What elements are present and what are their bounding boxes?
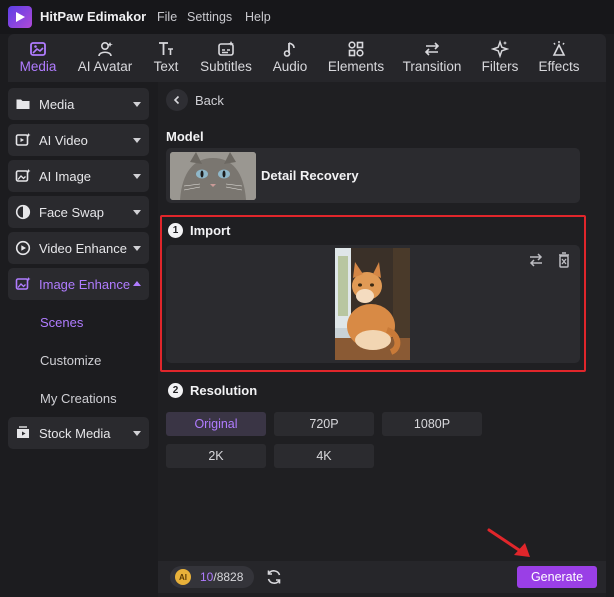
sidebar-item-media[interactable]: Media — [8, 88, 149, 120]
chevron-down-icon — [133, 174, 141, 179]
sidebar-item-image-enhance[interactable]: Image Enhance — [8, 268, 149, 300]
model-card[interactable]: Detail Recovery — [166, 148, 580, 203]
tool-tabs: Media AI Avatar Text Subtitles Audio Ele… — [8, 34, 606, 82]
image-enhance-icon — [15, 277, 31, 290]
ai-image-icon — [15, 169, 31, 182]
credits-used: 10 — [200, 570, 214, 584]
resolution-2k-button[interactable]: 2K — [166, 444, 266, 468]
sidebar-item-stock-media[interactable]: Stock Media — [8, 417, 149, 449]
app-logo-icon — [8, 6, 32, 28]
menu-help[interactable]: Help — [245, 10, 271, 24]
resolution-1080p-button[interactable]: 1080P — [382, 412, 482, 436]
delete-icon[interactable] — [555, 251, 573, 269]
sidebar-item-video-enhance[interactable]: Video Enhance — [8, 232, 149, 264]
back-label[interactable]: Back — [195, 93, 224, 108]
video-enhance-icon — [15, 240, 31, 256]
menu-file[interactable]: File — [157, 10, 177, 24]
sidebar-subitem-scenes[interactable]: Scenes — [40, 315, 83, 330]
sidebar-subitem-customize[interactable]: Customize — [40, 353, 101, 368]
text-icon — [159, 42, 173, 55]
model-name: Detail Recovery — [261, 168, 359, 183]
face-swap-icon — [15, 204, 31, 220]
transition-icon — [424, 42, 440, 56]
tab-text[interactable]: Text — [151, 34, 181, 82]
tab-elements[interactable]: Elements — [327, 34, 385, 82]
ai-coin-icon: AI — [175, 569, 191, 585]
generate-button[interactable]: Generate — [517, 566, 597, 588]
imported-image-thumbnail[interactable] — [335, 248, 410, 360]
tab-ai-avatar[interactable]: AI Avatar — [76, 34, 134, 82]
menu-settings[interactable]: Settings — [187, 10, 232, 24]
model-section-title: Model — [166, 129, 204, 144]
subtitles-icon — [218, 41, 234, 56]
chevron-down-icon — [133, 138, 141, 143]
chevron-down-icon — [133, 102, 141, 107]
chevron-left-icon — [173, 95, 180, 105]
resolution-4k-button[interactable]: 4K — [274, 444, 374, 468]
elements-icon — [348, 41, 364, 57]
back-button[interactable] — [166, 89, 188, 111]
tab-filters[interactable]: Filters — [480, 34, 520, 82]
credits-counter[interactable]: AI 10/8828 — [170, 566, 254, 588]
credits-total: /8828 — [213, 570, 244, 584]
ai-avatar-icon — [98, 41, 113, 57]
chevron-down-icon — [133, 431, 141, 436]
media-icon — [30, 42, 46, 56]
sidebar-subitem-my-creations[interactable]: My Creations — [40, 391, 117, 406]
chevron-up-icon — [133, 281, 141, 286]
tab-audio[interactable]: Audio — [270, 34, 310, 82]
sidebar-item-ai-video[interactable]: AI Video — [8, 124, 149, 156]
effects-icon — [552, 41, 566, 56]
sidebar-item-ai-image[interactable]: AI Image — [8, 160, 149, 192]
chevron-down-icon — [133, 246, 141, 251]
resolution-section-title: Resolution — [190, 383, 258, 398]
app-name: HitPaw Edimakor — [40, 9, 147, 24]
resolution-720p-button[interactable]: 720P — [274, 412, 374, 436]
sidebar-item-face-swap[interactable]: Face Swap — [8, 196, 149, 228]
stock-media-icon — [17, 426, 29, 438]
refresh-icon[interactable] — [265, 568, 283, 586]
ai-video-icon — [15, 133, 31, 146]
folder-icon — [16, 99, 30, 109]
tab-transition[interactable]: Transition — [401, 34, 463, 82]
import-section-title: Import — [190, 223, 231, 238]
resolution-original-button[interactable]: Original — [166, 412, 266, 436]
step-1-badge: 1 — [168, 223, 183, 238]
tab-media[interactable]: Media — [18, 34, 58, 82]
audio-icon — [283, 42, 295, 57]
chevron-down-icon — [133, 210, 141, 215]
step-2-badge: 2 — [168, 383, 183, 398]
replace-swap-icon[interactable] — [527, 251, 545, 269]
model-thumbnail — [170, 152, 256, 200]
red-arrow-annotation — [487, 528, 530, 557]
filters-icon — [491, 40, 509, 58]
tab-subtitles[interactable]: Subtitles — [197, 34, 255, 82]
tab-effects[interactable]: Effects — [536, 34, 582, 82]
title-bar: HitPaw Edimakor File Settings Help — [0, 0, 614, 34]
